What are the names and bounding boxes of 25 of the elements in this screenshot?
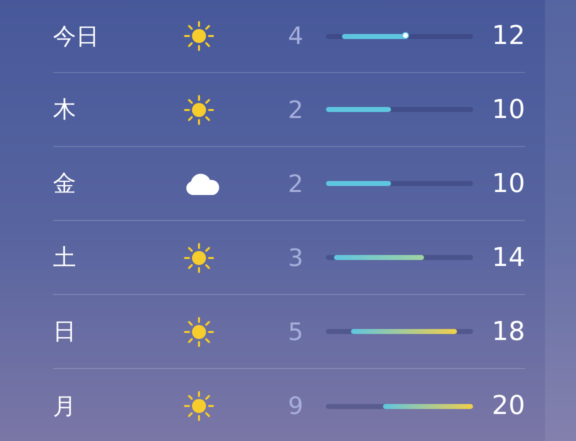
high-temperature: 18 [490,316,525,346]
high-temperature: 14 [490,242,525,272]
low-temperature: 2 [288,96,304,124]
low-temperature: 5 [288,318,304,346]
high-temperature: 12 [490,21,525,51]
sun-icon [183,242,215,274]
day-label: 木 [53,96,77,125]
temperature-range-fill [326,181,392,186]
day-label: 金 [53,170,77,199]
sun-icon [183,316,215,348]
sun-icon [183,390,215,422]
temperature-range-fill [326,107,392,112]
high-temperature: 10 [490,94,525,124]
low-temperature: 2 [288,170,304,198]
day-label: 土 [53,244,77,273]
high-temperature: 20 [490,391,525,421]
high-temperature: 10 [490,168,525,198]
sun-icon [183,94,215,126]
sun-icon [183,20,215,52]
day-label: 月 [53,392,77,422]
low-temperature: 9 [288,392,304,420]
day-label: 日 [53,318,77,347]
low-temperature: 3 [288,244,304,272]
day-label: 今日 [53,22,100,52]
low-temperature: 4 [288,22,304,50]
